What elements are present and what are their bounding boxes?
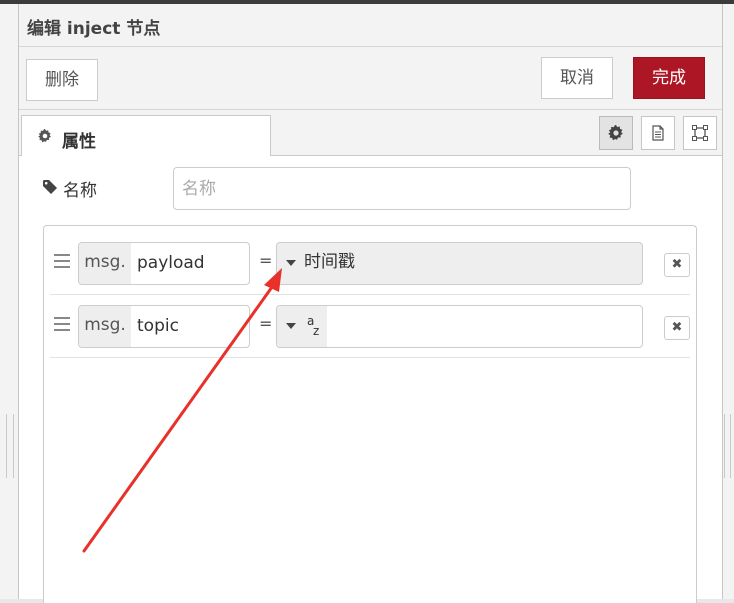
background-right	[722, 4, 734, 599]
drag-handle-icon[interactable]	[54, 254, 70, 268]
string-value-input[interactable]: az	[276, 305, 643, 348]
background-left	[0, 4, 18, 599]
property-list: msg. payload = 时间戳 ✖ msg. topic = az ✖	[43, 225, 697, 603]
list-item: msg. payload = 时间戳 ✖	[50, 232, 690, 295]
settings-tab-button[interactable]	[599, 116, 633, 150]
tray-header: 编辑 inject 节点	[19, 4, 722, 47]
timestamp-type-select[interactable]: 时间戳	[276, 242, 643, 285]
equals-sign: =	[259, 251, 273, 270]
dialog-title: 编辑 inject 节点	[27, 19, 161, 39]
type-label: 时间戳	[304, 252, 355, 272]
caret-down-icon	[286, 323, 296, 329]
gear-icon	[608, 125, 623, 141]
caret-down-icon	[286, 260, 296, 266]
property-field: topic	[137, 316, 179, 336]
tab-bar: 属性	[19, 110, 722, 156]
description-icon	[652, 125, 664, 141]
remove-row-button[interactable]: ✖	[664, 253, 690, 277]
property-field: payload	[137, 253, 205, 273]
appearance-icon	[692, 125, 708, 141]
drag-handle-icon[interactable]	[54, 317, 70, 331]
msg-prefix: msg.	[79, 306, 131, 347]
description-tab-button[interactable]	[641, 116, 675, 150]
gear-icon	[38, 129, 51, 143]
appearance-tab-button[interactable]	[683, 116, 717, 150]
tray-toolbar: 删除 取消 完成	[19, 47, 722, 110]
edit-tray: 编辑 inject 节点 删除 取消 完成 属性 名称 名称 msg. payl…	[18, 4, 723, 603]
property-input[interactable]: msg. payload	[78, 242, 250, 285]
type-select-button[interactable]: az	[277, 306, 327, 347]
resize-handle-left[interactable]	[6, 414, 14, 478]
delete-button[interactable]: 删除	[26, 59, 98, 101]
cancel-button[interactable]: 取消	[541, 57, 613, 99]
name-input[interactable]	[173, 167, 631, 210]
equals-sign: =	[259, 314, 273, 333]
tab-properties-label: 属性	[62, 132, 96, 152]
list-item: msg. topic = az ✖	[50, 295, 690, 358]
property-input[interactable]: msg. topic	[78, 305, 250, 348]
tag-icon	[43, 180, 57, 194]
name-label: 名称	[63, 181, 97, 201]
remove-row-button[interactable]: ✖	[664, 316, 690, 340]
resize-handle-right[interactable]	[724, 414, 731, 478]
done-button[interactable]: 完成	[633, 57, 705, 99]
msg-prefix: msg.	[79, 243, 131, 284]
tab-properties[interactable]: 属性	[21, 115, 271, 156]
